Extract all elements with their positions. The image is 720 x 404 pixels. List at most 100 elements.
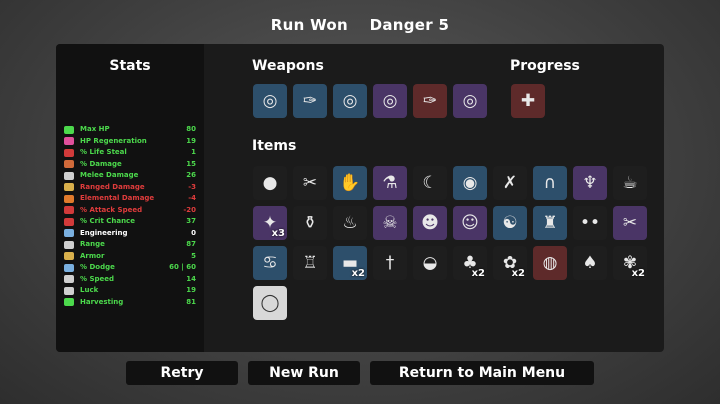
- stat-value: 0: [191, 228, 196, 237]
- weapon-slot[interactable]: ◎: [253, 84, 287, 118]
- speed-icon: [64, 275, 74, 284]
- item-slot[interactable]: ♖: [293, 246, 327, 280]
- item-slot[interactable]: ⚗: [373, 166, 407, 200]
- results-panel: Stats Max HP 80 HP Regeneration 19 % Life St…: [56, 44, 664, 352]
- damage-icon: [64, 160, 74, 169]
- item-slot[interactable]: ✋: [333, 166, 367, 200]
- potion-icon: ⚗: [382, 172, 398, 193]
- item-slot[interactable]: ⚱: [293, 206, 327, 240]
- item-slot[interactable]: ✦ x3: [253, 206, 287, 240]
- item-slot[interactable]: ●: [253, 166, 287, 200]
- item-slot[interactable]: ▬ x2: [333, 246, 367, 280]
- feather-icon: ✗: [502, 172, 518, 193]
- weapon-slot[interactable]: ✑: [293, 84, 327, 118]
- circular-saw-icon: ◎: [342, 90, 358, 111]
- attack-speed-icon: [64, 206, 74, 215]
- stat-row: HP Regeneration 19: [64, 136, 196, 148]
- item-slot[interactable]: ∩: [533, 166, 567, 200]
- weapon-slot[interactable]: ◎: [333, 84, 367, 118]
- progress-slot[interactable]: ✚: [511, 84, 545, 118]
- stat-row: Elemental Damage -4: [64, 193, 196, 205]
- item-slot[interactable]: ☻: [413, 206, 447, 240]
- item-quantity: x2: [631, 268, 645, 279]
- stats-title: Stats: [109, 58, 151, 74]
- item-slot[interactable]: ♨: [333, 206, 367, 240]
- item-slot[interactable]: ◒: [413, 246, 447, 280]
- stat-name: % Attack Speed: [80, 205, 143, 214]
- stat-name: Luck: [80, 286, 99, 294]
- item-slot[interactable]: ☯: [493, 206, 527, 240]
- weapon-slot[interactable]: ✑: [413, 84, 447, 118]
- item-slot[interactable]: †: [373, 246, 407, 280]
- item-slot[interactable]: ☾: [413, 166, 447, 200]
- stat-row: Luck 19: [64, 285, 196, 297]
- danger-level-text: Danger 5: [369, 16, 450, 34]
- item-slot[interactable]: ♆: [573, 166, 607, 200]
- weapon-slot[interactable]: ◎: [453, 84, 487, 118]
- item-slot[interactable]: ◍: [533, 246, 567, 280]
- stat-name: Melee Damage: [80, 171, 139, 179]
- item-slot[interactable]: ✾ x2: [613, 246, 647, 280]
- stat-value: -20: [183, 205, 196, 214]
- stat-name: % Life Steal: [80, 148, 127, 156]
- stat-row: % Attack Speed -20: [64, 205, 196, 217]
- eyes-icon: ••: [579, 212, 601, 233]
- fangs-icon: ♆: [582, 172, 598, 193]
- anvil-icon: ♜: [542, 212, 558, 233]
- progress-title: Progress: [510, 58, 580, 74]
- harvesting-icon: [64, 298, 74, 307]
- item-slot[interactable]: ♜: [533, 206, 567, 240]
- weapon-slot[interactable]: ◎: [373, 84, 407, 118]
- item-slot[interactable]: ✂: [613, 206, 647, 240]
- stat-row: Max HP 80: [64, 124, 196, 136]
- stat-list: Max HP 80 HP Regeneration 19% Life Steal 1% …: [64, 124, 196, 308]
- ring-icon: ◉: [462, 172, 478, 193]
- item-slot[interactable]: ✿ x2: [493, 246, 527, 280]
- new-run-button[interactable]: New Run: [248, 361, 360, 385]
- stat-row: Armor 5: [64, 251, 196, 263]
- item-quantity: x2: [471, 268, 485, 279]
- item-slot[interactable]: ☕: [613, 166, 647, 200]
- circular-saw-icon: ◎: [462, 90, 478, 111]
- pig-icon: ♋: [262, 252, 278, 273]
- item-slot[interactable]: ☠: [373, 206, 407, 240]
- item-slot[interactable]: ◉: [453, 166, 487, 200]
- item-slot[interactable]: ✗: [493, 166, 527, 200]
- coffee-icon: ☕: [622, 172, 638, 193]
- main-menu-button[interactable]: Return to Main Menu: [370, 361, 594, 385]
- heart-icon: [64, 125, 74, 134]
- item-slot[interactable]: ♋: [253, 246, 287, 280]
- stat-value: 81: [186, 297, 196, 306]
- item-slot[interactable]: ♠: [573, 246, 607, 280]
- item-slot[interactable]: ☺: [453, 206, 487, 240]
- stat-name: % Dodge: [80, 263, 115, 271]
- stat-row: Melee Damage 26: [64, 170, 196, 182]
- stat-row: % Dodge 60 | 60: [64, 262, 196, 274]
- item-slot[interactable]: ♣ x2: [453, 246, 487, 280]
- wrench-icon: ✑: [302, 90, 318, 111]
- item-slot[interactable]: ✂: [293, 166, 327, 200]
- wrench-icon: ✑: [422, 90, 438, 111]
- stat-name: Max HP: [80, 125, 110, 133]
- stat-row: % Crit Chance 37: [64, 216, 196, 228]
- stat-value: 60 | 60: [169, 263, 196, 271]
- retry-button[interactable]: Retry: [126, 361, 238, 385]
- item-quantity: x2: [351, 268, 365, 279]
- range-icon: [64, 240, 74, 249]
- horseshoe-icon: ∩: [543, 172, 557, 193]
- rock-icon: ●: [262, 172, 278, 193]
- plant-icon: ♠: [582, 252, 598, 273]
- ninja-icon: ☯: [502, 212, 518, 233]
- chainsaw-icon: ✂: [302, 172, 318, 193]
- pumpkin-icon: ◍: [542, 252, 558, 273]
- dagger-icon: †: [385, 252, 395, 273]
- stat-name: % Damage: [80, 159, 122, 168]
- stat-row: % Speed 14: [64, 274, 196, 286]
- run-result-text: Run Won: [270, 16, 349, 34]
- stat-name: % Speed: [80, 274, 115, 283]
- item-slot[interactable]: ••: [573, 206, 607, 240]
- stat-row: Range 87: [64, 239, 196, 251]
- stat-name: Ranged Damage: [80, 182, 145, 191]
- stat-name: Harvesting: [80, 297, 124, 306]
- item-slot[interactable]: ◯: [253, 286, 287, 320]
